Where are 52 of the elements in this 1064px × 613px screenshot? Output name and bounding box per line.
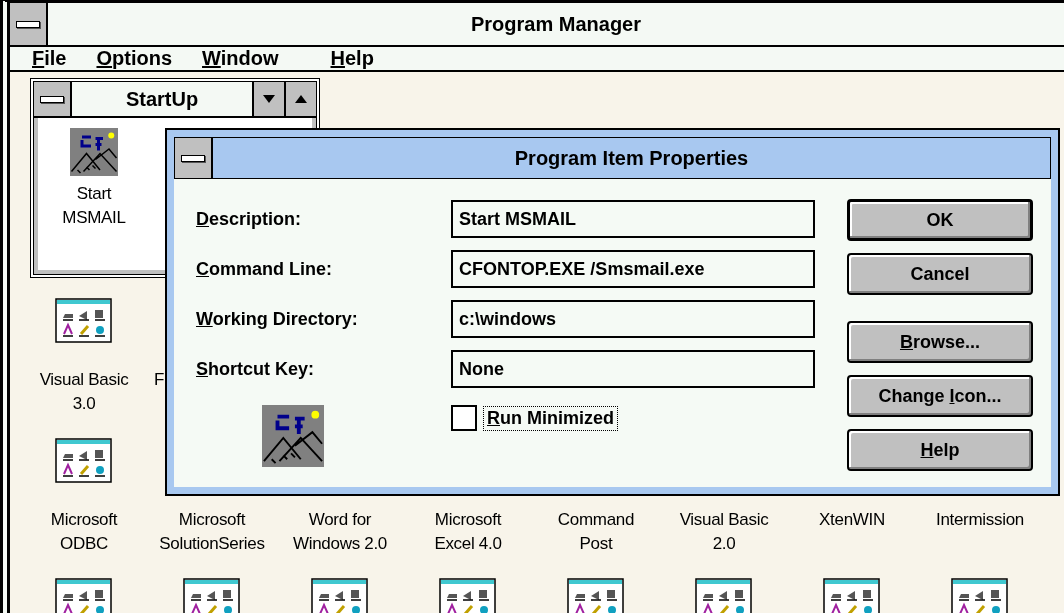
window-title: Program Manager <box>469 12 643 37</box>
mountain-program-icon <box>70 128 118 176</box>
program-label: Microsoft Excel 4.0 <box>434 509 502 555</box>
input-field[interactable]: CFONTOP.EXE /Smsmail.exe <box>451 250 815 288</box>
checkbox-label[interactable]: Run Minimized <box>483 405 618 431</box>
dialog-button[interactable]: Help <box>847 429 1033 471</box>
system-menu-button[interactable] <box>34 82 72 116</box>
program-label: F <box>154 369 165 391</box>
program-group-icon[interactable] <box>183 578 241 613</box>
program-group-icon[interactable] <box>567 578 625 613</box>
mountain-program-icon <box>262 405 324 467</box>
down-triangle-icon <box>263 95 275 103</box>
dialog-button[interactable]: Browse... <box>847 321 1033 363</box>
field-label: Command Line: <box>196 258 333 280</box>
program-label: Microsoft ODBC <box>50 509 118 555</box>
program-label: Start MSMAIL <box>62 183 126 229</box>
dialog-button[interactable]: Cancel <box>847 253 1033 295</box>
dialog-title: Program Item Properties <box>513 146 750 171</box>
maximize-button[interactable] <box>284 82 316 116</box>
field-label: Description: <box>196 208 302 230</box>
program-group-icon[interactable] <box>311 578 369 613</box>
field-label: Shortcut Key: <box>196 358 316 380</box>
program-label: Microsoft SolutionSeries <box>159 509 265 555</box>
checkbox[interactable] <box>451 405 477 431</box>
group-title: StartUp <box>124 87 200 112</box>
program-group-icon[interactable] <box>55 578 113 613</box>
program-group-icon[interactable] <box>951 578 1009 613</box>
program-label: Intermission <box>935 509 1024 531</box>
program-group-icon[interactable] <box>55 438 113 484</box>
program-group-icon[interactable] <box>695 578 753 613</box>
menu-item[interactable]: File <box>32 47 67 70</box>
input-field[interactable]: Start MSMAIL <box>451 200 815 238</box>
minimize-button[interactable] <box>252 82 284 116</box>
dialog-button[interactable]: Change Icon... <box>847 375 1033 417</box>
dialog-button[interactable]: OK <box>847 199 1033 241</box>
program-label: Visual Basic 3.0 <box>39 369 129 415</box>
program-group-icon[interactable] <box>823 578 881 613</box>
field-label: Working Directory: <box>196 308 359 330</box>
program-group-icon[interactable] <box>55 298 113 344</box>
program-label: Word for Windows 2.0 <box>293 509 387 555</box>
system-menu-button[interactable] <box>175 138 213 178</box>
up-triangle-icon <box>295 95 307 103</box>
menu-item[interactable]: Options <box>96 47 173 70</box>
program-group-icon[interactable] <box>439 578 497 613</box>
input-field[interactable]: c:\windows <box>451 300 815 338</box>
input-field[interactable]: None <box>451 350 815 388</box>
system-menu-button[interactable] <box>10 3 48 45</box>
program-label: XtenWIN <box>819 509 885 531</box>
program-label: Command Post <box>557 509 635 555</box>
menu-item[interactable]: Help <box>330 47 374 70</box>
menu-item[interactable]: Window <box>202 47 279 70</box>
program-label: Visual Basic 2.0 <box>679 509 769 555</box>
